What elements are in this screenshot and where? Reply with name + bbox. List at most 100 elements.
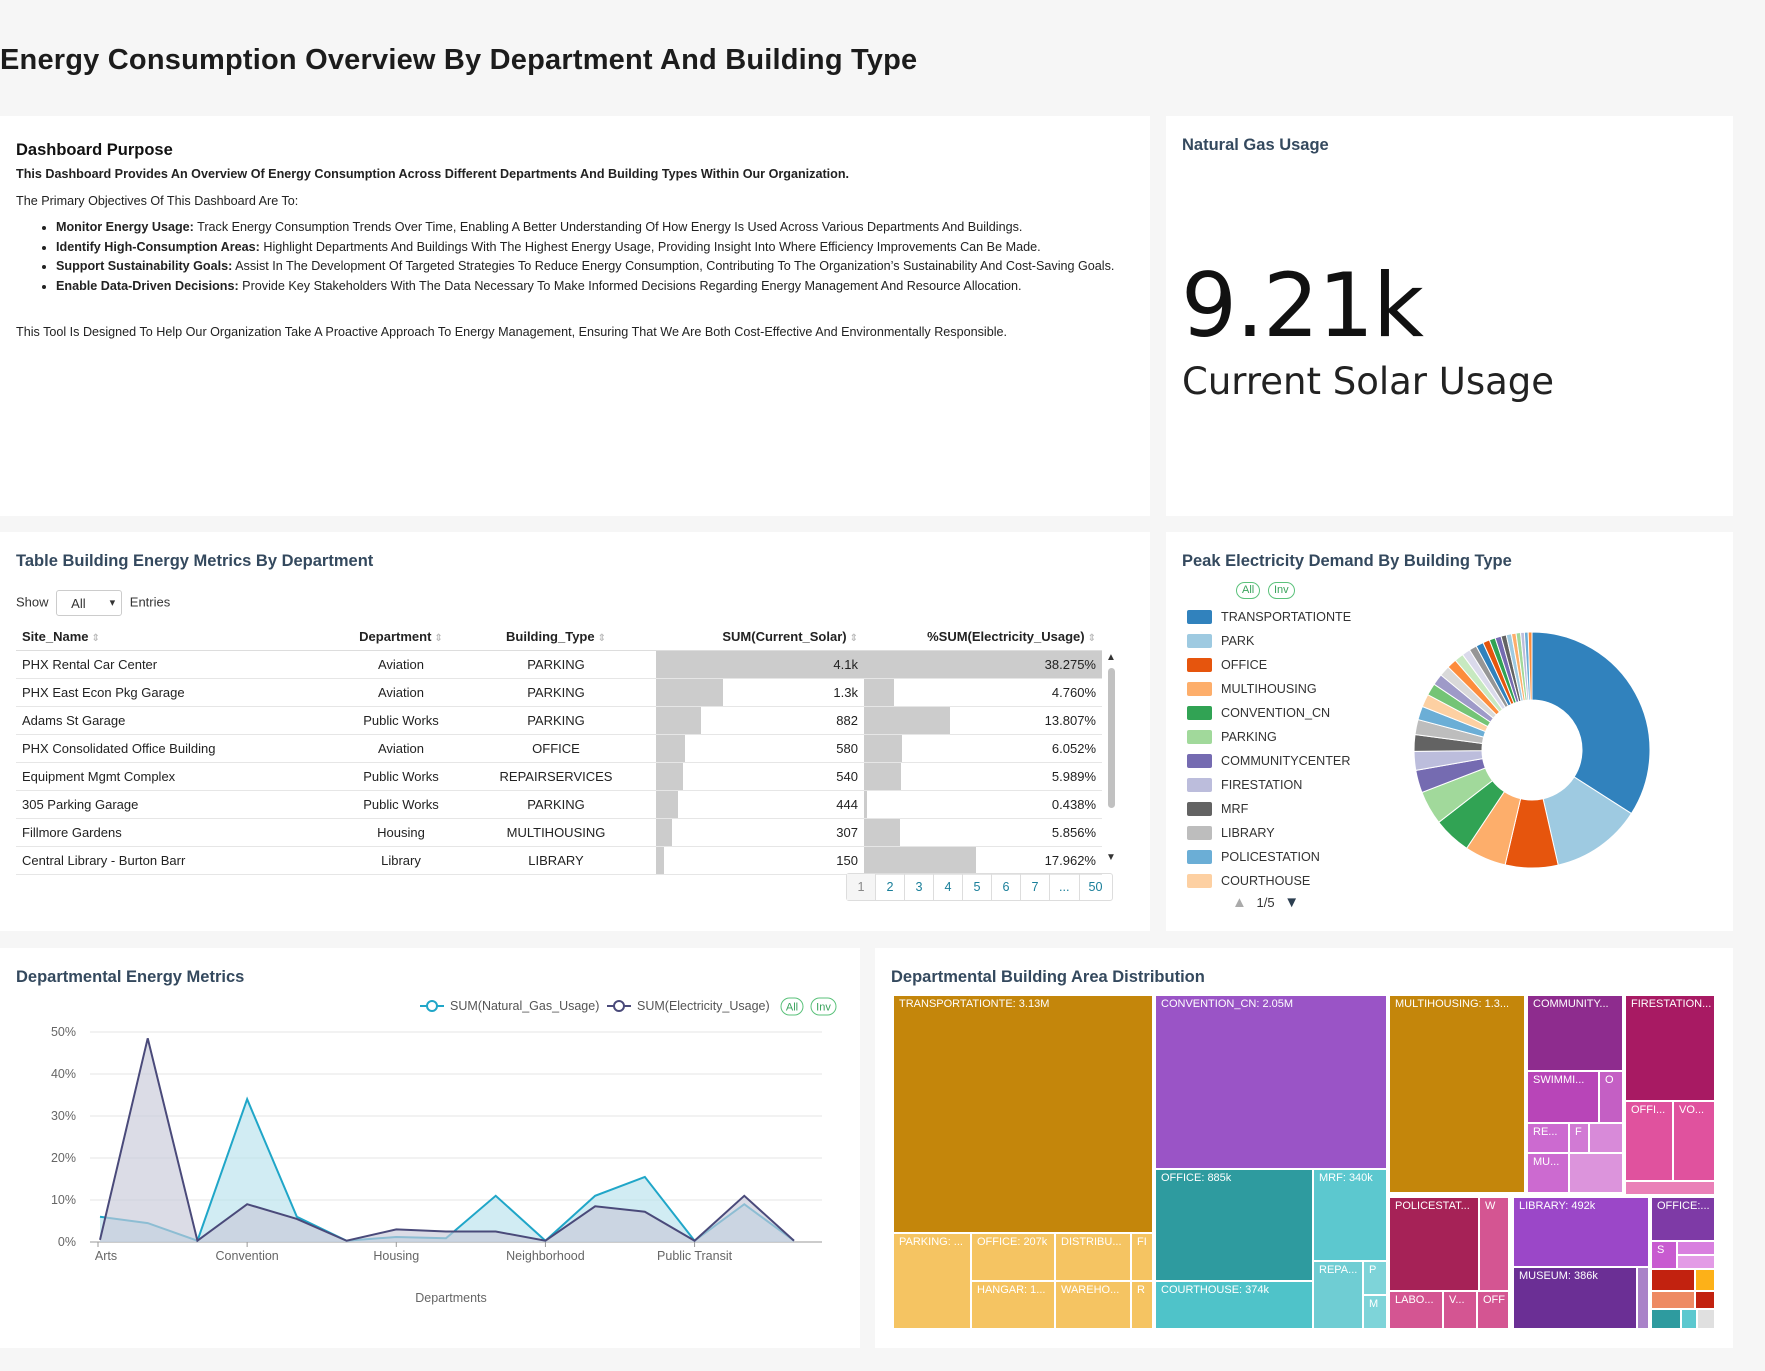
treemap-cell[interactable] [1677,1241,1715,1255]
table-row[interactable]: PHX Rental Car Center Aviation PARKING 4.1k… [16,650,1102,679]
treemap-cell[interactable]: OFFICE: 885k [1155,1169,1313,1281]
page-button[interactable]: 6 [992,874,1021,900]
page-button[interactable]: 5 [963,874,992,900]
treemap-cell[interactable]: F [1569,1123,1589,1153]
treemap-cell[interactable] [1677,1255,1715,1269]
treemap-cell[interactable] [1681,1309,1697,1329]
treemap-cell[interactable]: OFF [1477,1291,1509,1329]
legend-item[interactable]: MRF [1187,802,1248,816]
energy-metrics-table: Site_Name ⇕ Department ⇕ Building_Type ⇕ SU… [16,624,1102,875]
line-chart[interactable]: 0% 10% 20% 30% 40% 50% Arts Convention Housing Ne… [0,990,860,1320]
treemap-cell[interactable]: VO... [1673,1101,1715,1181]
treemap-cell[interactable]: COMMUNITY... [1527,995,1623,1071]
treemap-cell[interactable] [1589,1123,1623,1153]
treemap-cell[interactable]: FI [1131,1233,1153,1281]
treemap-cell[interactable]: OFFICE: 207k [971,1233,1055,1281]
treemap-cell[interactable]: LABO... [1389,1291,1443,1329]
column-header-site-name[interactable]: Site_Name ⇕ [16,624,346,651]
cell-building-type: MULTIHOUSING [456,818,656,847]
treemap-cell[interactable]: MRF: 340k [1313,1169,1387,1261]
treemap-cell[interactable]: WAREHO... [1055,1281,1131,1329]
treemap-cell[interactable]: MU... [1527,1153,1569,1193]
entries-select[interactable]: All ▾ [56,590,123,616]
scroll-up-icon[interactable]: ▲ [1106,652,1116,663]
table-row[interactable]: Central Library - Burton Barr Library LIBR… [16,846,1102,875]
legend-item[interactable]: COMMUNITYCENTER [1187,754,1350,768]
treemap-cell[interactable] [1697,1309,1715,1329]
treemap-cell[interactable]: OFFI... [1625,1101,1673,1181]
legend-all-toggle[interactable]: All [1236,582,1261,599]
legend-item[interactable]: PARK [1187,634,1254,648]
treemap-cell[interactable]: R [1131,1281,1153,1329]
treemap-cell[interactable]: REPA... [1313,1261,1363,1329]
column-header-department[interactable]: Department ⇕ [346,624,456,651]
treemap-cell[interactable] [1651,1309,1681,1329]
legend-item[interactable]: LIBRARY [1187,826,1275,840]
treemap-cell[interactable]: DISTRIBU... [1055,1233,1131,1281]
treemap-cell[interactable]: S [1651,1241,1677,1269]
page-button[interactable]: 1 [847,874,876,900]
treemap-cell[interactable]: MULTIHOUSING: 1.3... [1389,995,1525,1193]
legend-item[interactable]: FIRESTATION [1187,778,1302,792]
legend-label: POLICESTATION [1221,850,1320,864]
legend-next-icon[interactable]: ▼ [1284,894,1299,911]
table-scrollbar[interactable]: ▲ ▼ [1106,652,1116,866]
page-button[interactable]: 7 [1021,874,1050,900]
treemap-cell[interactable] [1695,1291,1715,1309]
treemap-cell[interactable]: M [1363,1295,1387,1329]
treemap-cell[interactable]: FIRESTATION... [1625,995,1715,1101]
legend-item[interactable]: MULTIHOUSING [1187,682,1317,696]
legend-item[interactable]: PARKING [1187,730,1277,744]
treemap-cell[interactable] [1651,1291,1695,1309]
cell-bar [656,818,672,846]
treemap-cell[interactable] [1651,1269,1695,1291]
treemap-cell[interactable]: COURTHOUSE: 374k [1155,1281,1313,1329]
cell-building-type: OFFICE [456,734,656,763]
table-header-row: Site_Name ⇕ Department ⇕ Building_Type ⇕ SU… [16,624,1102,651]
treemap-cell[interactable]: W [1479,1197,1509,1291]
page-button[interactable]: 2 [876,874,905,900]
treemap-cell[interactable]: OFFICE:... [1651,1197,1715,1241]
treemap-cell[interactable]: PARKING: ... [893,1233,971,1329]
legend-item[interactable]: POLICESTATION [1187,850,1320,864]
table-row[interactable]: Equipment Mgmt Complex Public Works REPAIR… [16,762,1102,791]
legend-item[interactable]: COURTHOUSE [1187,874,1310,888]
treemap-cell[interactable]: MUSEUM: 386k [1513,1267,1637,1329]
treemap-cell[interactable]: P [1363,1261,1387,1295]
treemap-cell[interactable]: SWIMMI... [1527,1071,1599,1123]
donut-chart[interactable] [1400,620,1680,880]
table-row[interactable]: PHX Consolidated Office Building Aviation… [16,734,1102,763]
scroll-down-icon[interactable]: ▼ [1106,852,1116,863]
legend-item[interactable]: OFFICE [1187,658,1267,672]
treemap-cell[interactable]: HANGAR: 1... [971,1281,1055,1329]
treemap-cell[interactable]: RE... [1527,1123,1569,1153]
table-row[interactable]: Fillmore Gardens Housing MULTIHOUSING 307 5.… [16,818,1102,847]
column-header-pct-electricity[interactable]: %SUM(Electricity_Usage) ⇕ [864,624,1102,651]
treemap-cell[interactable]: POLICESTAT... [1389,1197,1479,1291]
table-row[interactable]: 305 Parking Garage Public Works PARKING 444… [16,790,1102,819]
table-row[interactable]: Adams St Garage Public Works PARKING 882 13.… [16,706,1102,735]
page-button[interactable]: 50 [1080,874,1112,900]
treemap-cell[interactable]: LIBRARY: 492k [1513,1197,1649,1267]
cell-bar [864,790,867,818]
legend-item[interactable]: TRANSPORTATIONTE [1187,610,1351,624]
legend-item[interactable]: CONVENTION_CN [1187,706,1330,720]
treemap-cell[interactable] [1625,1181,1715,1195]
column-header-sum-current-solar[interactable]: SUM(Current_Solar) ⇕ [656,624,864,651]
page-button[interactable]: 4 [934,874,963,900]
treemap-cell[interactable]: TRANSPORTATIONTE: 3.13M [893,995,1153,1233]
page-button[interactable]: ... [1050,874,1080,900]
treemap-cell[interactable]: V... [1443,1291,1477,1329]
treemap-cell[interactable]: CONVENTION_CN: 2.05M [1155,995,1387,1169]
page-button[interactable]: 3 [905,874,934,900]
table-row[interactable]: PHX East Econ Pkg Garage Aviation PARKING 1… [16,678,1102,707]
treemap-cell[interactable] [1569,1153,1623,1193]
treemap-cell[interactable]: O [1599,1071,1623,1123]
treemap-cell[interactable] [1637,1267,1649,1329]
column-header-building-type[interactable]: Building_Type ⇕ [456,624,656,651]
donut-slice[interactable] [1531,631,1651,815]
legend-invert-toggle[interactable]: Inv [1268,582,1295,599]
treemap-cell[interactable] [1695,1269,1715,1291]
legend-prev-icon[interactable]: ▲ [1232,894,1247,911]
scrollbar-thumb[interactable] [1108,668,1115,808]
